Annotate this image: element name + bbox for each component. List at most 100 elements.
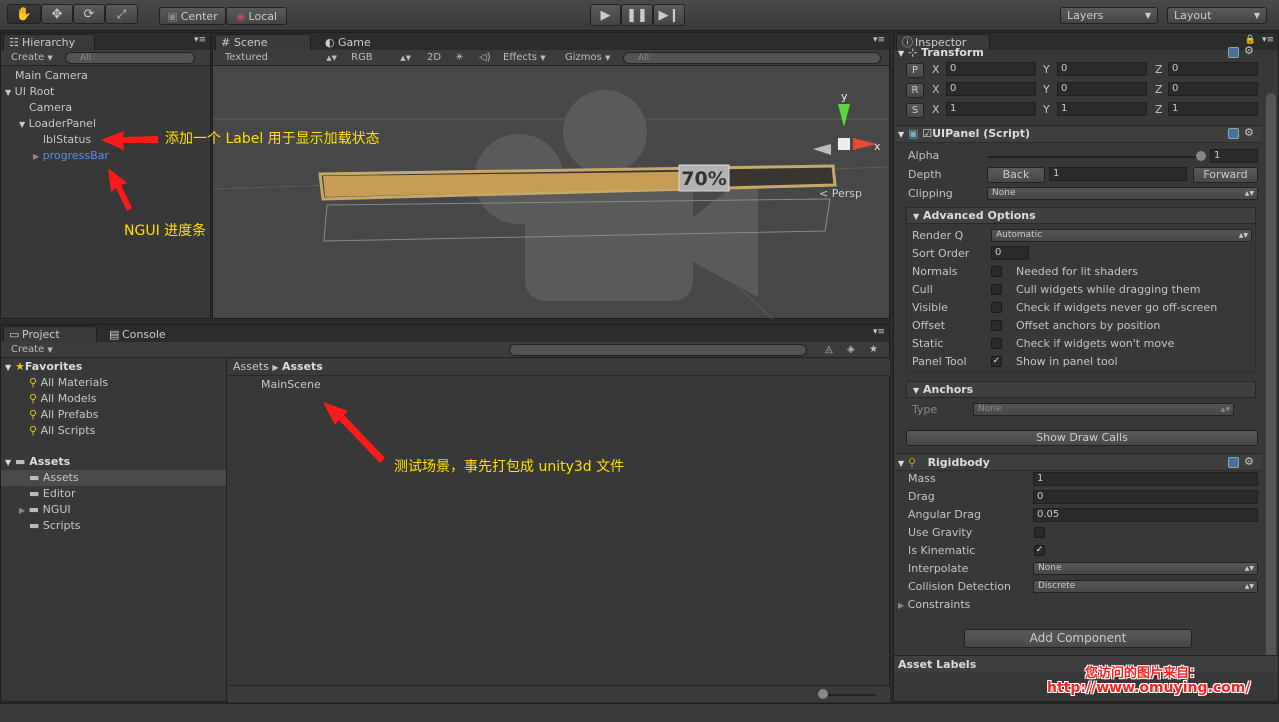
help-icon[interactable]	[1228, 457, 1239, 468]
create-dropdown[interactable]: Create ▼	[7, 51, 57, 65]
color-mode-dropdown[interactable]: RGB ▲▼	[347, 51, 413, 65]
layout-dropdown[interactable]: Layout ▼	[1167, 7, 1267, 24]
asset-folder[interactable]: ▶ ▬ NGUI	[19, 502, 71, 518]
foldout-closed-icon[interactable]: ▶	[33, 152, 39, 161]
depth-field[interactable]: 1	[1049, 167, 1187, 181]
lighting-toggle[interactable]: ☀	[451, 51, 468, 65]
mode-2d-toggle[interactable]: 2D	[423, 51, 445, 65]
gear-icon[interactable]: ⚙	[1244, 455, 1254, 468]
hierarchy-item-lblstatus[interactable]: lblStatus	[43, 132, 91, 148]
rotation-z-field[interactable]: 0	[1168, 82, 1258, 96]
layers-dropdown[interactable]: Layers ▼	[1060, 7, 1158, 24]
hierarchy-item-progressbar[interactable]: ▶ progressBar	[33, 148, 109, 164]
interpolate-dropdown[interactable]: None ▲▼	[1033, 562, 1258, 575]
render-mode-dropdown[interactable]: Textured ▲▼	[221, 51, 339, 65]
collision-detection-dropdown[interactable]: Discrete ▲▼	[1033, 580, 1258, 593]
renderq-dropdown[interactable]: Automatic ▲▼	[991, 229, 1252, 242]
transform-header[interactable]: ▼ ⊹ Transform	[898, 45, 984, 61]
project-search-input[interactable]	[509, 344, 807, 356]
alpha-slider-thumb[interactable]	[1196, 151, 1206, 161]
effects-dropdown[interactable]: Effects ▼	[499, 51, 550, 65]
filter-type-icon[interactable]: ◬	[821, 343, 837, 357]
gear-icon[interactable]: ⚙	[1244, 126, 1254, 139]
panel-menu-icon[interactable]: ▾≡	[873, 35, 885, 45]
hierarchy-item-loaderpanel[interactable]: ▼ LoaderPanel	[19, 116, 96, 132]
hierarchy-search-input[interactable]: All	[65, 52, 195, 64]
favorite-item[interactable]: ⚲ All Models	[29, 391, 96, 407]
panel-menu-icon[interactable]: ▾≡	[194, 35, 206, 45]
type-dropdown[interactable]: None ▲▼	[973, 403, 1234, 416]
pause-button[interactable]: ❚❚	[621, 4, 653, 26]
use-gravity-checkbox[interactable]	[1034, 527, 1045, 538]
panel-menu-icon[interactable]: ▾≡	[1262, 35, 1274, 45]
reset-position-button[interactable]: P	[906, 63, 924, 78]
angular-drag-field[interactable]: 0.05	[1033, 508, 1258, 522]
tab-hierarchy[interactable]: ☷ Hierarchy	[3, 34, 95, 50]
foldout-open-icon[interactable]: ▼	[5, 88, 11, 97]
scale-z-field[interactable]: 1	[1168, 102, 1258, 116]
icon-size-slider[interactable]	[820, 694, 876, 696]
step-button[interactable]: ▶❙	[653, 4, 685, 26]
alpha-field[interactable]: 1	[1210, 149, 1258, 163]
add-component-button[interactable]: Add Component	[964, 629, 1192, 648]
asset-folder[interactable]: ▬ Scripts	[29, 518, 81, 534]
drag-field[interactable]: 0	[1033, 490, 1258, 504]
advanced-options-header[interactable]: ▼ Advanced Options	[906, 207, 1256, 224]
scale-x-field[interactable]: 1	[946, 102, 1036, 116]
audio-toggle[interactable]: ◁)	[475, 51, 495, 65]
position-z-field[interactable]: 0	[1168, 62, 1258, 76]
cull-checkbox[interactable]	[991, 284, 1002, 295]
mass-field[interactable]: 1	[1033, 472, 1258, 486]
position-x-field[interactable]: 0	[946, 62, 1036, 76]
favorite-item[interactable]: ⚲ All Prefabs	[29, 407, 99, 423]
move-tool-button[interactable]: ✥	[41, 4, 73, 24]
scene-search-input[interactable]: All	[623, 52, 881, 64]
favorite-item[interactable]: ⚲ All Materials	[29, 375, 108, 391]
slider-thumb[interactable]	[818, 689, 828, 699]
uipanel-title[interactable]: ▼ ▣ ☑UIPanel (Script)	[898, 126, 1030, 142]
rotation-y-field[interactable]: 0	[1057, 82, 1147, 96]
filter-label-icon[interactable]: ◈	[843, 343, 859, 357]
favorites-header[interactable]: ▼ ★Favorites	[5, 359, 82, 375]
hierarchy-item-main-camera[interactable]: Main Camera	[15, 68, 88, 84]
tab-scene[interactable]: # Scene	[215, 34, 311, 50]
constraints-foldout[interactable]: ▶ Constraints	[898, 597, 970, 613]
depth-forward-button[interactable]: Forward	[1193, 167, 1258, 183]
tab-game[interactable]: ◐ Game	[319, 34, 409, 50]
scene-viewport[interactable]: 70% y x < Persp	[213, 67, 889, 319]
play-button[interactable]: ▶	[590, 4, 621, 26]
scale-tool-button[interactable]: ⤢	[105, 4, 138, 24]
assets-header[interactable]: ▼ ▬ Assets	[5, 454, 70, 470]
visible-checkbox[interactable]	[991, 302, 1002, 313]
gizmos-dropdown[interactable]: Gizmos ▼	[561, 51, 614, 65]
reset-scale-button[interactable]: S	[906, 103, 924, 118]
rotate-tool-button[interactable]: ⟳	[73, 4, 105, 24]
persp-label[interactable]: < Persp	[819, 187, 862, 200]
hand-tool-button[interactable]: ✋	[7, 4, 41, 24]
scale-y-field[interactable]: 1	[1057, 102, 1147, 116]
show-draw-calls-button[interactable]: Show Draw Calls	[906, 430, 1258, 446]
hierarchy-item-ui-root[interactable]: ▼ UI Root	[5, 84, 54, 100]
position-y-field[interactable]: 0	[1057, 62, 1147, 76]
normals-checkbox[interactable]	[991, 266, 1002, 277]
hierarchy-item-camera[interactable]: Camera	[29, 100, 72, 116]
handle-local-button[interactable]: ◉ Local	[226, 7, 287, 25]
panel-tool-checkbox[interactable]: ✓	[991, 356, 1002, 367]
is-kinematic-checkbox[interactable]: ✓	[1034, 545, 1045, 556]
create-dropdown[interactable]: Create ▼	[7, 343, 57, 357]
rotation-x-field[interactable]: 0	[946, 82, 1036, 96]
pivot-center-button[interactable]: ▣ Center	[159, 7, 226, 25]
foldout-open-icon[interactable]: ▼	[19, 120, 25, 129]
favorite-star-icon[interactable]: ★	[865, 343, 882, 357]
asset-folder[interactable]: ▬ Editor	[29, 486, 75, 502]
alpha-slider[interactable]	[987, 156, 1202, 158]
rigidbody-title[interactable]: ▼ ⚲ Rigidbody	[898, 455, 990, 471]
asset-folder-selected[interactable]: ▬ Assets	[1, 470, 226, 486]
sortorder-field[interactable]: 0	[991, 246, 1029, 260]
panel-menu-icon[interactable]: ▾≡	[873, 327, 885, 337]
tab-project[interactable]: ▭ Project	[3, 326, 97, 342]
offset-checkbox[interactable]	[991, 320, 1002, 331]
help-icon[interactable]	[1228, 47, 1239, 58]
breadcrumb-item[interactable]: Assets	[233, 360, 269, 373]
inspector-scrollbar[interactable]	[1266, 93, 1276, 673]
